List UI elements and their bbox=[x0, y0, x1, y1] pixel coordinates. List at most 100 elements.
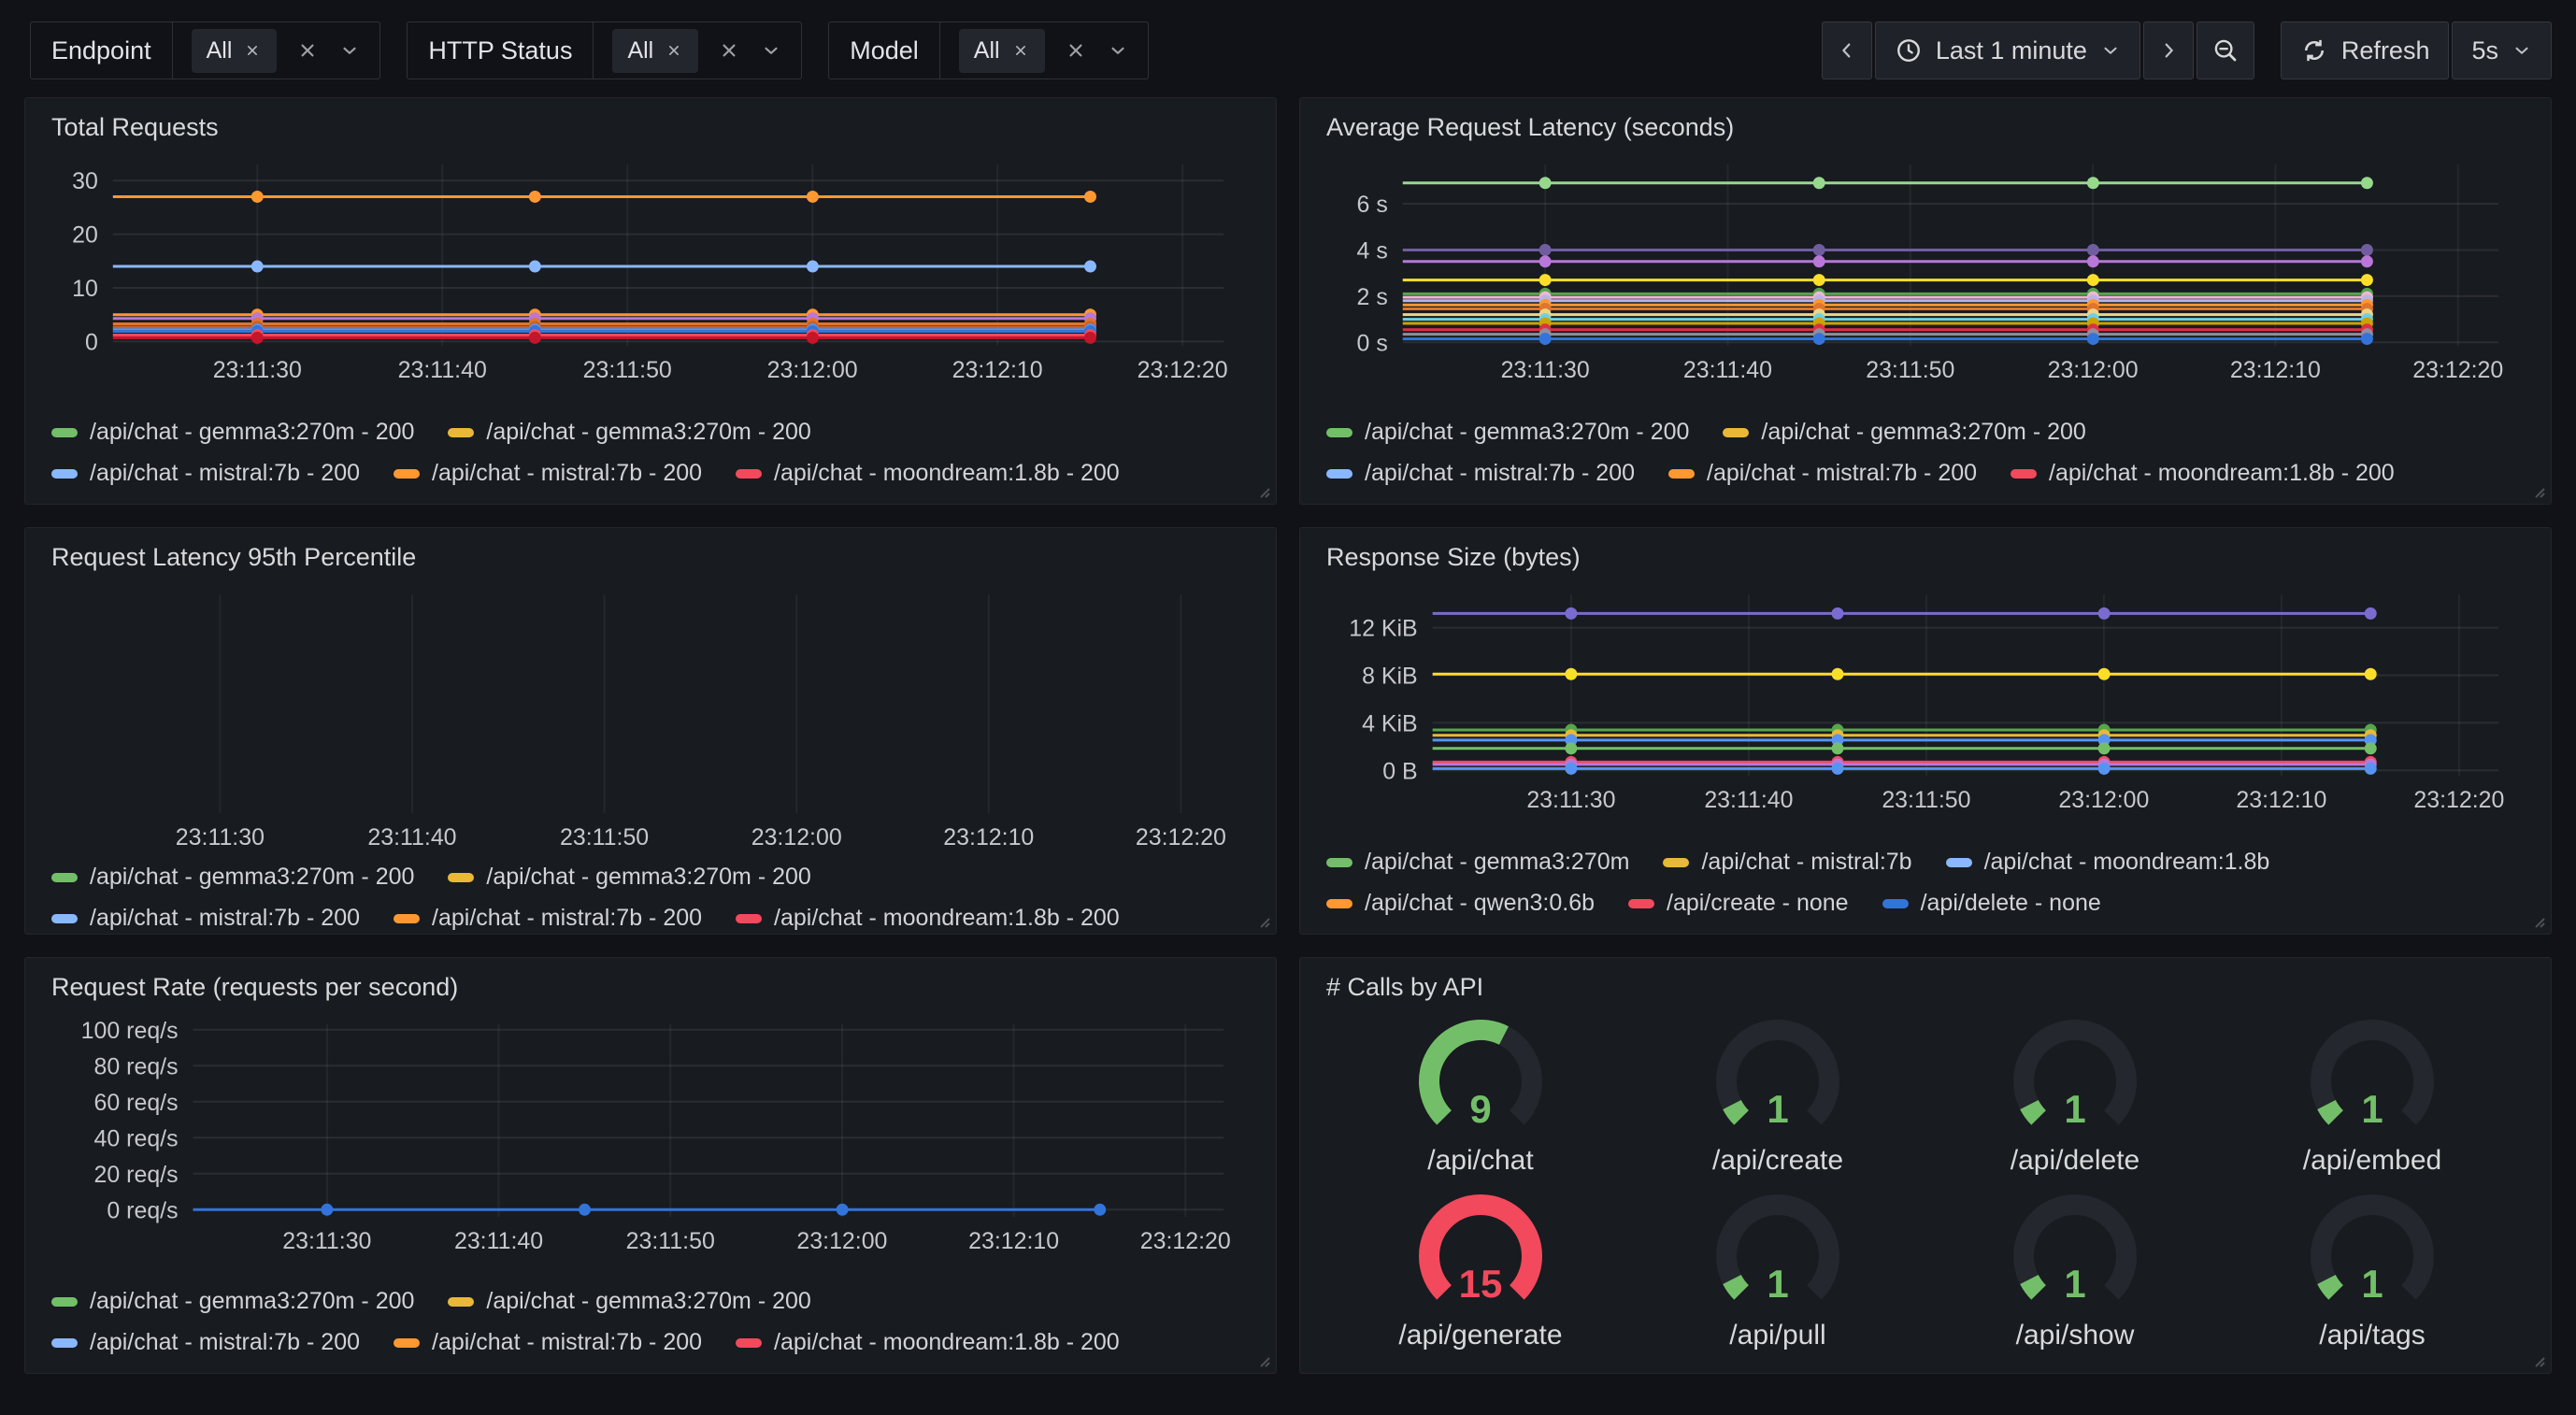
filter-chip-label: All bbox=[207, 37, 233, 64]
legend-item[interactable]: /api/chat - gemma3:270m - 200 bbox=[51, 864, 414, 891]
gauge: 1/api/embed bbox=[2281, 1010, 2464, 1177]
legend-series-marker bbox=[1668, 469, 1695, 479]
legend-item[interactable]: /api/chat - moondream:1.8b - 200 bbox=[736, 905, 1120, 932]
legend-item[interactable]: /api/chat - moondream:1.8b - 200 bbox=[736, 1329, 1120, 1356]
legend-item[interactable]: /api/chat - gemma3:270m - 200 bbox=[51, 1288, 414, 1315]
time-back-button[interactable] bbox=[1822, 21, 1872, 79]
panel-resize-handle[interactable] bbox=[1254, 1351, 1271, 1368]
panel-resize-handle[interactable] bbox=[2529, 912, 2546, 929]
legend-item[interactable]: /api/chat - gemma3:270m - 200 bbox=[448, 864, 810, 891]
x-tick-label: 23:12:10 bbox=[943, 824, 1034, 850]
y-tick-label: 80 req/s bbox=[94, 1053, 179, 1079]
time-series-chart[interactable]: 0 req/s20 req/s40 req/s60 req/s80 req/s1… bbox=[51, 1011, 1252, 1256]
clear-filter-icon[interactable] bbox=[717, 38, 741, 63]
legend-series-marker bbox=[1663, 858, 1689, 867]
panel-title[interactable]: Average Request Latency (seconds) bbox=[1326, 113, 2526, 142]
legend-item[interactable]: /api/chat - qwen3:0.6b bbox=[1326, 890, 1595, 917]
legend-item[interactable]: /api/chat - mistral:7b - 200 bbox=[51, 905, 360, 932]
panel-title[interactable]: Response Size (bytes) bbox=[1326, 543, 2526, 572]
variable-filter: HTTP StatusAll bbox=[407, 21, 802, 79]
legend-item[interactable]: /api/chat - mistral:7b - 200 bbox=[1668, 460, 1977, 487]
legend-series-label: /api/chat - gemma3:270m - 200 bbox=[486, 419, 810, 446]
legend-series-marker bbox=[448, 428, 474, 437]
panel-resize-handle[interactable] bbox=[2529, 482, 2546, 499]
filters-bar: EndpointAllHTTP StatusAllModelAll bbox=[30, 21, 1149, 79]
gauge-value: 1 bbox=[1767, 1262, 1788, 1306]
refresh-interval-picker[interactable]: 5s bbox=[2452, 21, 2552, 79]
clear-filter-icon[interactable] bbox=[295, 38, 320, 63]
legend-item[interactable]: /api/delete - none bbox=[1882, 890, 2101, 917]
filter-value-box[interactable]: All bbox=[594, 22, 801, 79]
filter-value-box[interactable]: All bbox=[173, 22, 380, 79]
legend-item[interactable]: /api/chat - moondream:1.8b - 200 bbox=[736, 460, 1120, 487]
y-tick-label: 12 KiB bbox=[1349, 616, 1417, 642]
legend-item[interactable]: /api/create - none bbox=[1628, 890, 1849, 917]
refresh-button[interactable]: Refresh bbox=[2281, 21, 2450, 79]
data-point bbox=[807, 261, 819, 273]
panel-request-rate: Request Rate (requests per second) 0 req… bbox=[24, 957, 1277, 1374]
zoom-out-time-button[interactable] bbox=[2197, 21, 2254, 79]
panel-title[interactable]: Total Requests bbox=[51, 113, 1252, 142]
legend-item[interactable]: /api/chat - gemma3:270m - 200 bbox=[448, 1288, 810, 1315]
x-tick-label: 23:12:20 bbox=[1136, 824, 1226, 850]
legend-item[interactable]: /api/chat - mistral:7b bbox=[1663, 849, 1911, 876]
remove-value-icon[interactable] bbox=[665, 41, 683, 60]
legend-item[interactable]: /api/chat - mistral:7b - 200 bbox=[394, 1329, 702, 1356]
y-tick-label: 0 bbox=[85, 329, 98, 355]
time-series-chart[interactable]: 0 B4 KiB8 KiB12 KiB23:11:3023:11:4023:11… bbox=[1326, 581, 2526, 815]
gauge-title: /api/generate bbox=[1389, 1320, 1572, 1351]
filter-selected-chip[interactable]: All bbox=[959, 29, 1045, 73]
legend: /api/chat - gemma3:270m - 200/api/chat -… bbox=[51, 1277, 1252, 1356]
clock-icon bbox=[1895, 36, 1923, 64]
panel-title[interactable]: # Calls by API bbox=[1326, 973, 2526, 1002]
x-tick-label: 23:12:20 bbox=[1140, 1228, 1231, 1254]
panel-title[interactable]: Request Rate (requests per second) bbox=[51, 973, 1252, 1002]
legend-item[interactable]: /api/chat - mistral:7b - 200 bbox=[51, 1329, 360, 1356]
panel-title[interactable]: Request Latency 95th Percentile bbox=[51, 543, 1252, 572]
legend-row: /api/chat - gemma3:270m/api/chat - mistr… bbox=[1326, 849, 2526, 876]
gauge-value: 9 bbox=[1469, 1087, 1491, 1131]
time-series-chart[interactable]: 0 s2 s4 s6 s23:11:3023:11:4023:11:5023:1… bbox=[1326, 151, 2526, 385]
clear-filter-icon[interactable] bbox=[1064, 38, 1088, 63]
legend-item[interactable]: /api/chat - moondream:1.8b bbox=[1946, 849, 2270, 876]
data-point bbox=[2098, 742, 2111, 754]
legend-item[interactable]: /api/chat - mistral:7b - 200 bbox=[51, 460, 360, 487]
time-range-picker[interactable]: Last 1 minute bbox=[1875, 21, 2140, 79]
legend-item[interactable]: /api/chat - mistral:7b - 200 bbox=[394, 460, 702, 487]
filter-selected-chip[interactable]: All bbox=[612, 29, 698, 73]
chevron-down-icon[interactable] bbox=[338, 39, 361, 62]
x-tick-label: 23:12:00 bbox=[2048, 357, 2139, 383]
remove-value-icon[interactable] bbox=[243, 41, 262, 60]
legend-item[interactable]: /api/chat - gemma3:270m - 200 bbox=[1326, 419, 1689, 446]
data-point bbox=[529, 332, 541, 344]
panel-resize-handle[interactable] bbox=[1254, 482, 1271, 499]
y-tick-label: 20 bbox=[72, 222, 98, 249]
chevron-down-icon[interactable] bbox=[1107, 39, 1129, 62]
filter-selected-chip[interactable]: All bbox=[192, 29, 278, 73]
legend-item[interactable]: /api/chat - mistral:7b - 200 bbox=[1326, 460, 1635, 487]
time-forward-button[interactable] bbox=[2143, 21, 2194, 79]
gauge-title: /api/show bbox=[1983, 1320, 2167, 1351]
chevron-down-icon[interactable] bbox=[760, 39, 782, 62]
time-series-chart[interactable]: 23:11:3023:11:4023:11:5023:12:0023:12:10… bbox=[51, 581, 1252, 852]
panel-calls-by-api: # Calls by API 9/api/chat1/api/create1/a… bbox=[1299, 957, 2552, 1374]
panel-resize-handle[interactable] bbox=[2529, 1351, 2546, 1368]
legend-series-marker bbox=[2011, 469, 2037, 479]
time-series-chart[interactable]: 010203023:11:3023:11:4023:11:5023:12:002… bbox=[51, 151, 1252, 385]
filter-label: Model bbox=[829, 22, 940, 79]
legend-series-marker bbox=[1326, 858, 1352, 867]
y-tick-label: 0 B bbox=[1382, 758, 1417, 784]
legend-item[interactable]: /api/chat - gemma3:270m - 200 bbox=[448, 419, 810, 446]
filter-label: Endpoint bbox=[31, 22, 173, 79]
data-point bbox=[1813, 333, 1825, 345]
legend-item[interactable]: /api/chat - moondream:1.8b - 200 bbox=[2011, 460, 2395, 487]
gauge-value: 1 bbox=[2064, 1087, 2085, 1131]
legend-item[interactable]: /api/chat - mistral:7b - 200 bbox=[394, 905, 702, 932]
remove-value-icon[interactable] bbox=[1011, 41, 1030, 60]
filter-value-box[interactable]: All bbox=[940, 22, 1148, 79]
legend-item[interactable]: /api/chat - gemma3:270m - 200 bbox=[1723, 419, 2085, 446]
legend-item[interactable]: /api/chat - gemma3:270m bbox=[1326, 849, 1629, 876]
legend-row: /api/chat - mistral:7b - 200/api/chat - … bbox=[1326, 460, 2526, 487]
legend-item[interactable]: /api/chat - gemma3:270m - 200 bbox=[51, 419, 414, 446]
panel-resize-handle[interactable] bbox=[1254, 912, 1271, 929]
